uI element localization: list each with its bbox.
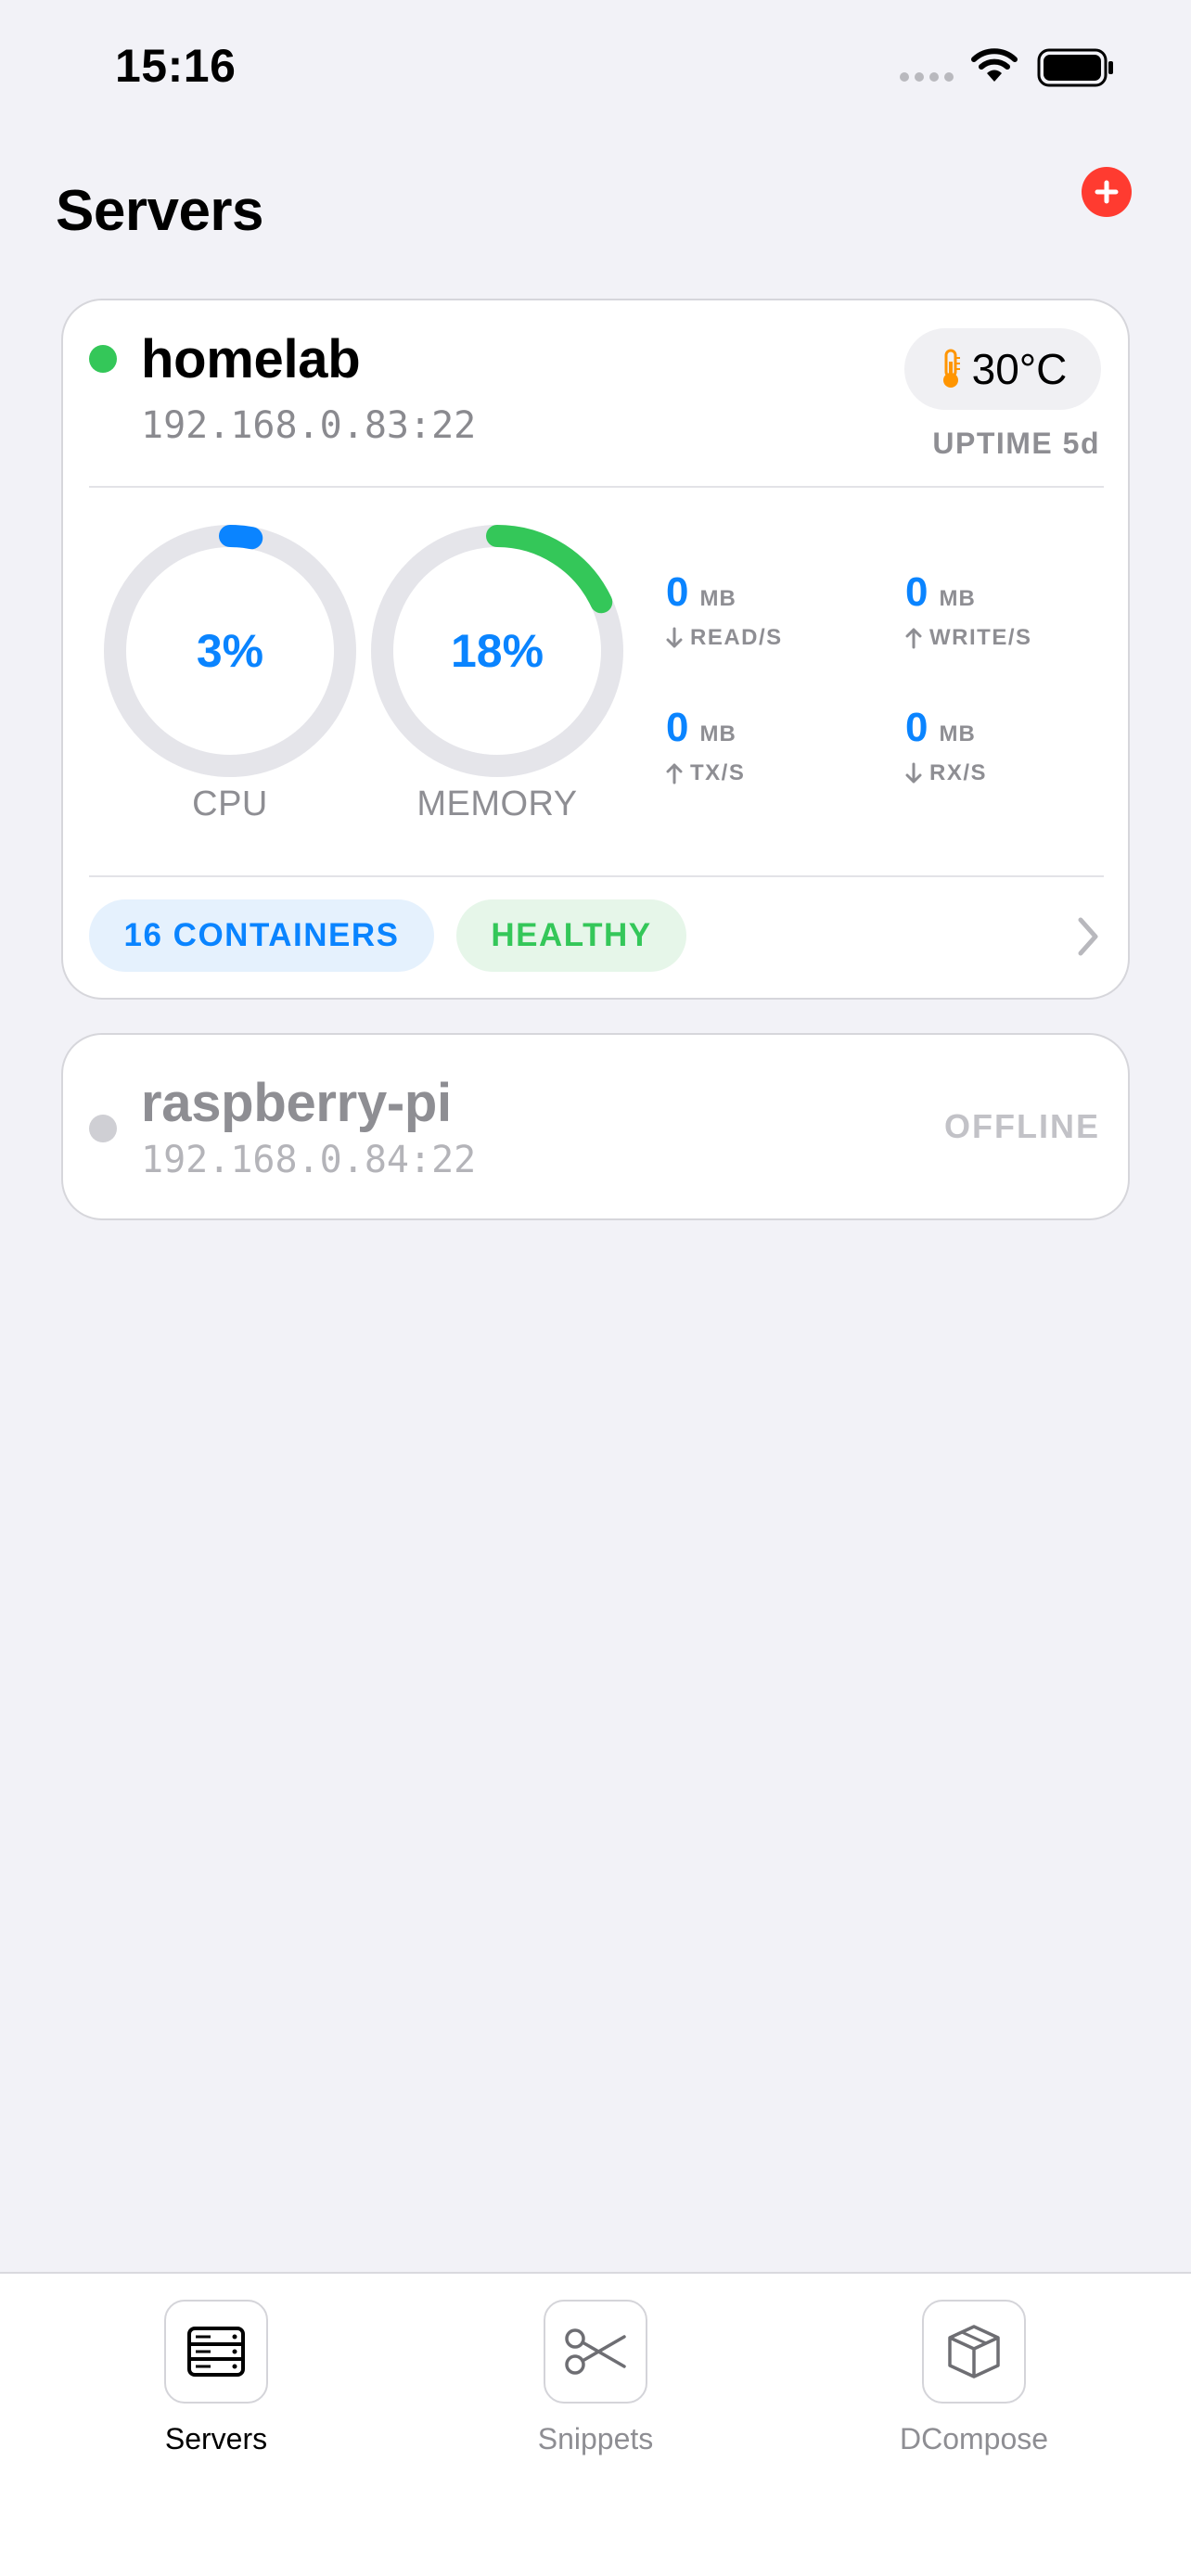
tab-label: DCompose [899,2422,1049,2455]
metric-caption: READ/S [690,625,783,650]
online-status-dot [89,345,117,373]
arrow-down-icon [905,762,922,784]
tab-label: Servers [164,2422,268,2455]
server-card-raspberry-pi[interactable]: raspberry-pi 192.168.0.84:22 OFFLINE [61,1033,1130,1220]
cpu-label: CPU [192,784,268,823]
wifi-icon [971,48,1018,82]
cpu-gauge: 3% [100,521,360,781]
thermometer-icon [942,349,960,388]
tab-servers[interactable]: Servers [123,2300,309,2456]
metric-caption: TX/S [690,760,746,785]
memory-value: 18% [450,625,544,677]
metric-value: 0 [905,569,928,615]
scissors-icon [565,2328,626,2375]
server-name: raspberry-pi [141,1073,452,1133]
add-server-button[interactable] [1082,167,1132,217]
page-title: Servers [56,179,264,243]
metric-value: 0 [666,705,689,750]
divider [89,875,1104,877]
server-card-homelab[interactable]: homelab 192.168.0.83:22 30°C UPTIME 5d 3… [61,299,1130,1000]
memory-gauge: 18% [367,521,627,781]
metric-unit: MB [939,586,976,611]
network-tx-metric: 0 MB TX/S [666,705,745,786]
server-address: 192.168.0.83:22 [141,404,477,447]
tab-dcompose[interactable]: DCompose [881,2300,1067,2456]
network-rx-metric: 0 MB RX/S [905,705,987,786]
containers-badge[interactable]: 16 CONTAINERS [89,899,434,972]
temperature-value: 30°C [971,345,1068,393]
metric-caption: WRITE/S [929,625,1032,650]
battery-icon [1037,48,1113,87]
metric-value: 0 [905,705,928,750]
server-name: homelab [141,329,361,389]
cpu-value: 3% [196,625,264,677]
cube-icon [948,2325,1000,2378]
tab-label: Snippets [537,2422,654,2455]
uptime-label: UPTIME 5d [932,427,1100,460]
arrow-up-icon [905,628,922,649]
offline-status-dot [89,1115,117,1142]
memory-label: MEMORY [416,784,578,823]
arrow-up-icon [666,763,683,784]
health-badge: HEALTHY [456,899,686,972]
metric-value: 0 [666,569,689,615]
metric-unit: MB [699,586,736,611]
tab-snippets[interactable]: Snippets [503,2300,688,2456]
server-address: 192.168.0.84:22 [141,1139,477,1181]
disk-read-metric: 0 MB READ/S [666,569,783,651]
disk-write-metric: 0 MB WRITE/S [905,569,1032,651]
chevron-right-icon[interactable] [1076,916,1100,957]
status-time: 15:16 [115,40,237,92]
tab-bar: Servers Snippets DCompose [0,2272,1191,2576]
plus-icon [1095,180,1119,204]
temperature-pill: 30°C [904,328,1101,410]
status-bar: 15:16 [0,0,1191,139]
metric-caption: RX/S [929,760,988,785]
server-rack-icon [187,2327,245,2377]
offline-label: OFFLINE [944,1107,1100,1145]
signal-dots-icon [900,72,954,82]
metric-unit: MB [939,721,976,746]
arrow-down-icon [666,627,683,648]
metric-unit: MB [699,721,736,746]
divider [89,486,1104,488]
